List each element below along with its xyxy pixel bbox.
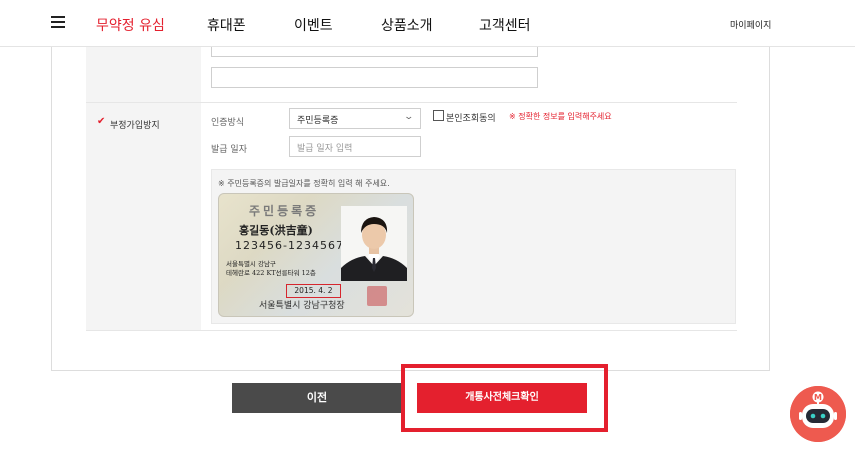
id-card-address-2: 테헤란로 422 KT선릉타워 12층	[226, 269, 316, 277]
auth-method-value: 주민등록증	[297, 116, 339, 126]
sample-id-card-image: 주민등록증 홍길동(洪吉童) 123456-1234567 서울특별시 강남구 …	[218, 193, 414, 317]
top-navigation: 무약정 유심 휴대폰 이벤트 상품소개 고객센터 마이페이지	[0, 0, 855, 47]
issue-date-label: 발급 일자	[211, 145, 247, 155]
id-card-issuer: 서울특별시 강남구청장	[259, 301, 345, 311]
address-field-1[interactable]	[211, 47, 538, 57]
row-divider	[86, 330, 737, 331]
label-column-top	[86, 47, 201, 102]
id-card-issue-date: 2015. 4. 2	[286, 284, 341, 298]
address-field-2[interactable]	[211, 67, 538, 88]
precheck-confirm-button[interactable]: 개통사전체크확인	[417, 383, 587, 413]
prev-button[interactable]: 이전	[232, 383, 402, 413]
nav-item-phone[interactable]: 휴대폰	[207, 15, 246, 35]
consent-label[interactable]: 본인조회동의	[446, 111, 496, 124]
nav-item-usim[interactable]: 무약정 유심	[96, 15, 165, 35]
label-column	[86, 103, 201, 330]
issue-date-input[interactable]: 발급 일자 입력	[289, 136, 421, 157]
auth-method-select[interactable]: 주민등록증 ⌄	[289, 108, 421, 129]
mypage-link[interactable]: 마이페이지	[730, 18, 771, 31]
nav-item-products[interactable]: 상품소개	[381, 15, 433, 35]
hint-text: ※ 주민등록증의 발급일자를 정확히 입력 해 주세요.	[218, 179, 390, 188]
hamburger-menu-icon[interactable]	[51, 16, 65, 28]
consent-checkbox[interactable]	[433, 110, 444, 121]
auth-method-label: 인증방식	[211, 118, 245, 128]
chevron-down-icon: ⌄	[403, 112, 415, 122]
svg-text:M: M	[814, 393, 822, 402]
id-photo	[341, 206, 407, 281]
seal-stamp-icon	[367, 286, 387, 306]
warning-text: ※ 정확한 정보를 입력해주세요	[509, 112, 612, 121]
nav-item-support[interactable]: 고객센터	[479, 15, 531, 35]
chatbot-robot-icon: M	[790, 386, 846, 442]
id-card-number: 123456-1234567	[235, 239, 344, 252]
nav-item-event[interactable]: 이벤트	[294, 15, 333, 35]
check-icon: ✔	[97, 116, 106, 127]
person-portrait-icon	[341, 206, 407, 281]
section-label-fraud-prevention: 부정가입방지	[110, 121, 160, 131]
id-card-name: 홍길동(洪吉童)	[239, 224, 313, 237]
id-card-title: 주민등록증	[249, 204, 320, 218]
row-divider	[86, 102, 737, 103]
chatbot-button[interactable]: M	[790, 386, 846, 442]
